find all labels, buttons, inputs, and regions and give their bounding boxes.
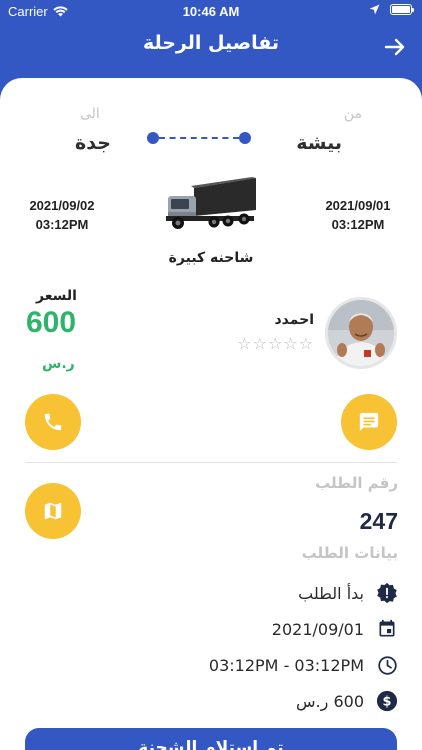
call-button[interactable] [25,394,81,450]
end-time: 03:12PM [35,217,89,232]
clock: 10:46 AM [182,4,240,19]
start-date: 2021/09/01 [325,198,391,213]
route-end-dot [147,132,159,144]
route-line [147,132,251,144]
confirm-receipt-button[interactable]: تم استلام الشحنة [25,728,397,750]
order-details-label: بيانات الطلب [301,544,398,562]
calendar-icon [376,618,398,640]
chat-icon [359,412,379,432]
order-date-row: 2021/09/01 [272,616,398,642]
map-icon [44,502,62,520]
page-title: تفاصيل الرحلة [142,32,280,54]
route-start-dot [239,132,251,144]
price-value: 600 [26,306,77,339]
alert-badge-icon [376,582,398,604]
app-header: تفاصيل الرحلة [0,26,422,70]
end-date: 2021/09/02 [29,198,95,213]
driver-photo [328,300,394,366]
truck-icon [166,177,256,229]
order-price: 600 ر.س [296,691,364,711]
avatar [325,297,397,369]
to-label: الى [80,106,100,122]
driver-name: احمدد [274,312,314,328]
end-datetime: 2021/09/02 03:12PM [18,196,106,234]
order-number: 247 [359,508,398,534]
clock-icon [376,654,398,676]
order-number-label: رقم الطلب [315,474,398,492]
arrow-right-icon[interactable] [384,36,406,58]
location-arrow-icon [369,4,380,15]
rating-stars: ☆☆☆☆☆ [237,334,314,353]
message-button[interactable] [341,394,397,450]
svg-text:$: $ [383,695,392,710]
status-bar: Carrier 10:46 AM [0,0,422,24]
to-city: جدة [75,132,111,154]
phone-icon [44,413,62,431]
start-time: 03:12PM [331,217,385,232]
from-label: من [343,106,362,122]
divider [25,462,397,463]
map-button[interactable] [25,483,81,539]
trip-details-card: من بيشة الى جدة 2021/09/01 03:12PM 2021/… [0,78,422,750]
battery-icon [390,4,414,15]
vehicle-type: شاحنه كبيرة [168,250,254,266]
order-price-row: $ 600 ر.س [296,688,398,714]
order-status: بدأ الطلب [298,583,364,603]
order-time-range: 03:12PM - 03:12PM [208,655,364,675]
order-time-row: 03:12PM - 03:12PM [209,652,398,678]
start-datetime: 2021/09/01 03:12PM [314,196,402,234]
from-city: بيشة [296,132,342,154]
price-label: السعر [36,288,77,304]
order-date: 2021/09/01 [271,619,364,639]
price-currency: ر.س [42,356,75,372]
dollar-icon: $ [376,690,398,712]
order-status-row: بدأ الطلب [298,580,398,606]
